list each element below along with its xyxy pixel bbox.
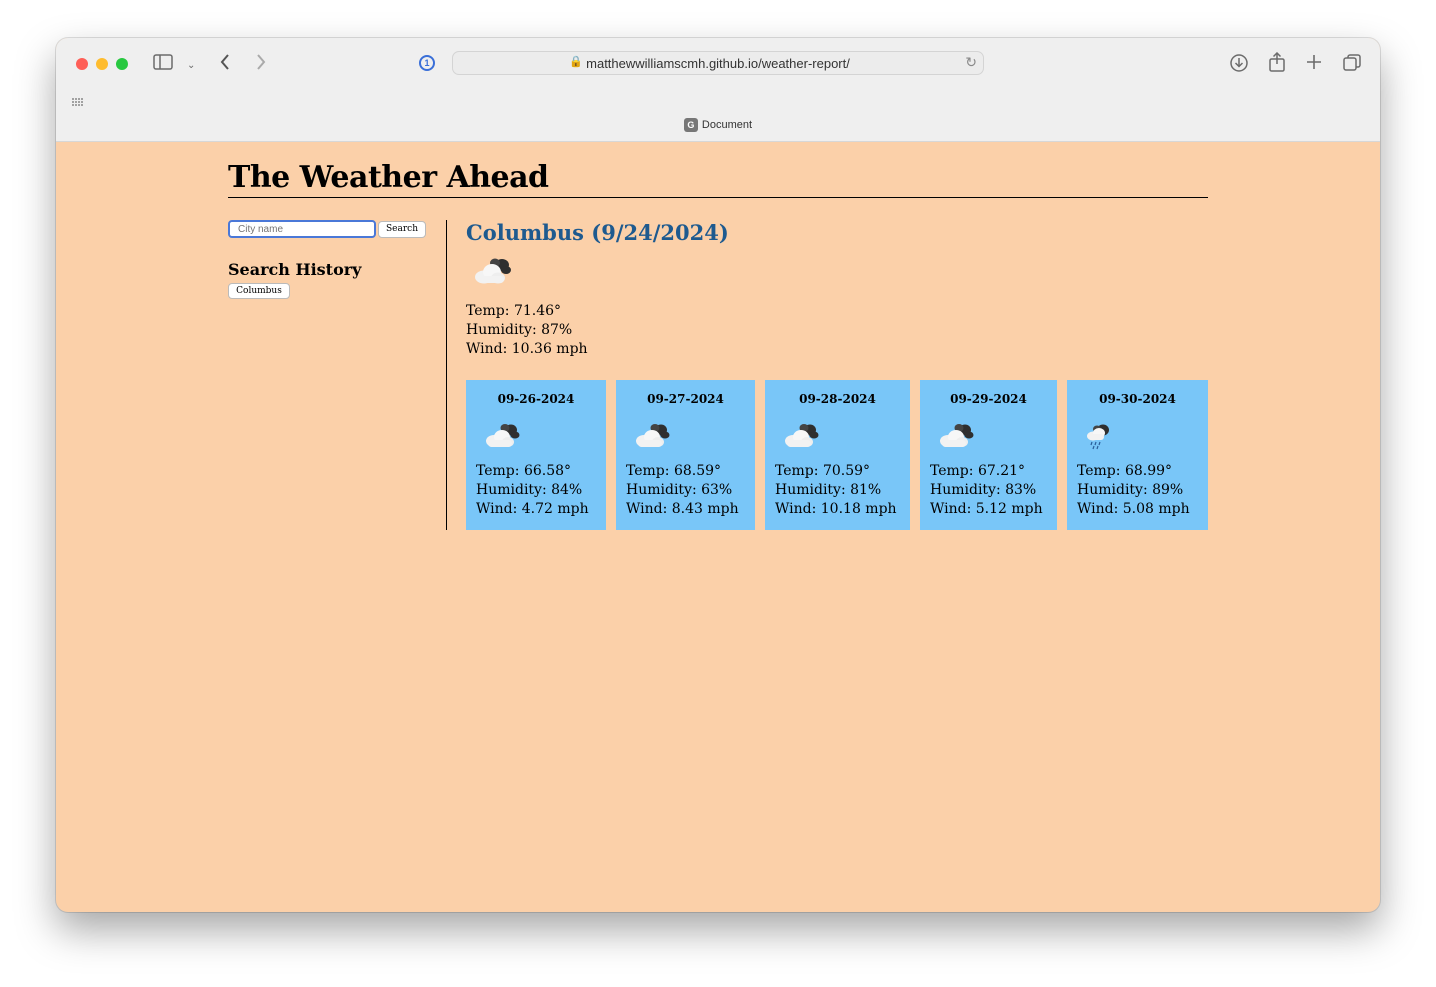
forecast-card: 09-30-2024 Temp: 68.99° Humidity: 89% Wi… (1067, 380, 1208, 530)
url-text: matthewwilliamscmh.github.io/weather-rep… (586, 56, 850, 71)
forecast-humidity: Humidity: 63% (626, 482, 733, 498)
favorites-grid-icon[interactable] (71, 91, 85, 111)
current-city-heading: Columbus (9/24/2024) (466, 220, 729, 245)
close-window-button[interactable] (76, 58, 88, 70)
forecast-card: 09-26-2024 Temp: 66.58° Humidity: 84% Wi… (466, 380, 606, 530)
new-tab-icon[interactable] (1305, 53, 1323, 75)
current-humidity: Humidity: 87% (466, 322, 573, 338)
page-title: The Weather Ahead (228, 160, 1208, 198)
tab-document[interactable]: G Document (56, 118, 1380, 132)
minimize-window-button[interactable] (96, 58, 108, 70)
forecast-temp: Temp: 68.59° (626, 463, 722, 479)
forecast-row: 09-26-2024 Temp: 66.58° Humidity: 84% Wi… (466, 380, 1208, 530)
history-item-columbus[interactable]: Columbus (228, 283, 290, 299)
forecast-temp: Temp: 67.21° (930, 463, 1026, 479)
sidebar-toggle-icon[interactable] (153, 54, 173, 74)
page-content: The Weather Ahead Search Search History … (56, 142, 1380, 912)
share-icon[interactable] (1268, 51, 1286, 76)
chevron-down-icon[interactable]: ⌄ (187, 56, 195, 76)
password-manager-icon[interactable]: 1 (419, 55, 435, 71)
forecast-date: 09-26-2024 (497, 392, 575, 406)
forecast-wind: Wind: 4.72 mph (476, 501, 589, 517)
forecast-date: 09-30-2024 (1099, 392, 1176, 406)
current-stats: Temp: 71.46° Humidity: 87% Wind: 10.36 m… (466, 302, 588, 359)
partly-cloudy-icon (940, 424, 974, 447)
forecast-wind: Wind: 5.08 mph (1077, 501, 1190, 517)
forecast-wind: Wind: 5.12 mph (930, 501, 1043, 517)
forward-arrow-icon[interactable] (255, 53, 267, 75)
search-button[interactable]: Search (378, 221, 426, 238)
forecast-temp: Temp: 68.99° (1077, 463, 1173, 479)
forecast-date: 09-28-2024 (799, 392, 876, 406)
forecast-wind: Wind: 10.18 mph (775, 501, 897, 517)
forecast-temp: Temp: 70.59° (775, 463, 871, 479)
forecast-humidity: Humidity: 84% (476, 482, 583, 498)
tab-title: Document (701, 119, 753, 131)
forecast-date: 09-27-2024 (647, 392, 724, 406)
partly-cloudy-icon (486, 424, 520, 447)
search-history-title: Search History (228, 260, 362, 279)
city-search-input[interactable] (228, 220, 376, 238)
zoom-window-button[interactable] (116, 58, 128, 70)
forecast-card: 09-27-2024 Temp: 68.59° Humidity: 63% Wi… (616, 380, 755, 530)
address-bar[interactable]: 🔒 matthewwilliamscmh.github.io/weather-r… (452, 51, 984, 75)
sidebar: Search Search History Columbus (228, 220, 447, 530)
back-arrow-icon[interactable] (219, 53, 231, 75)
rain-cloud-icon (1087, 424, 1109, 450)
forecast-humidity: Humidity: 89% (1077, 482, 1184, 498)
partly-cloudy-icon (785, 424, 819, 447)
browser-window: ⌄ 1 🔒 matthewwilliamscmh.github.io/weath… (56, 38, 1380, 912)
tab-overview-icon[interactable] (1342, 53, 1362, 77)
partly-cloudy-icon (475, 258, 511, 284)
current-wind: Wind: 10.36 mph (466, 341, 588, 357)
reload-icon[interactable]: ↻ (965, 54, 977, 71)
forecast-humidity: Humidity: 83% (930, 482, 1037, 498)
forecast-card: 09-28-2024 Temp: 70.59° Humidity: 81% Wi… (765, 380, 910, 530)
forecast-humidity: Humidity: 81% (775, 482, 882, 498)
tab-favicon-icon: G (683, 118, 698, 132)
forecast-wind: Wind: 8.43 mph (626, 501, 739, 517)
download-icon[interactable] (1229, 53, 1249, 77)
forecast-temp: Temp: 66.58° (476, 463, 572, 479)
browser-toolbar: ⌄ 1 🔒 matthewwilliamscmh.github.io/weath… (56, 38, 1380, 142)
partly-cloudy-icon (636, 424, 670, 447)
forecast-card: 09-29-2024 Temp: 67.21° Humidity: 83% Wi… (920, 380, 1057, 530)
forecast-date: 09-29-2024 (950, 392, 1027, 406)
current-temp: Temp: 71.46° (466, 303, 562, 319)
